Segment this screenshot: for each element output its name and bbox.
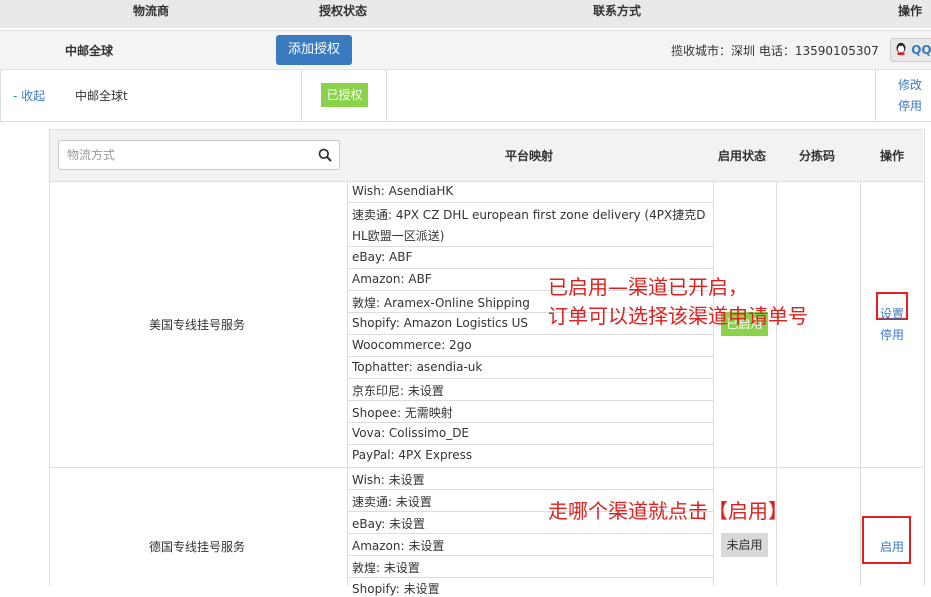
- annotation-note: 走哪个渠道就点击【启用】: [548, 499, 788, 523]
- service-name: 德国专线挂号服务: [149, 540, 246, 554]
- mapping-item: Wish: AsendiaHK: [352, 184, 454, 198]
- mapping-item: Shopify: 未设置: [352, 582, 440, 596]
- disable-service-link[interactable]: 停用: [880, 326, 904, 343]
- service-name: 美国专线挂号服务: [149, 318, 246, 332]
- col-sort-code: 分拣码: [799, 149, 836, 163]
- mapping-item: Woocommerce: 2go: [352, 338, 472, 352]
- mapping-item: Amazon: ABF: [352, 272, 432, 286]
- mapping-item: 速卖通: 4PX CZ DHL european first zone deli…: [352, 208, 706, 222]
- header-action: 操作: [898, 4, 923, 18]
- mapping-item: PayPal: 4PX Express: [352, 448, 473, 462]
- mapping-item: Vova: Colissimo_DE: [352, 426, 470, 440]
- disable-carrier-link[interactable]: 停用: [898, 97, 922, 114]
- status-badge[interactable]: 未启用: [721, 533, 768, 557]
- mapping-item: Tophatter: asendia-uk: [352, 360, 483, 374]
- search-box: [58, 140, 340, 170]
- col-mapping: 平台映射: [505, 149, 554, 163]
- edit-link[interactable]: 修改: [898, 76, 922, 93]
- qq-icon: [895, 41, 907, 55]
- carrier-row: - 收起 中邮全球t 已授权 修改 停用: [0, 70, 931, 122]
- header-auth-status: 授权状态: [319, 4, 368, 18]
- header-contact: 联系方式: [593, 4, 642, 18]
- settings-link[interactable]: 设置: [880, 305, 904, 322]
- carrier-bar: 中邮全球 添加授权 揽收城市：深圳 电话：13590105307 QQ: [0, 30, 931, 70]
- col-status: 启用状态: [718, 149, 767, 163]
- mapping-item: Wish: 未设置: [352, 473, 425, 487]
- mapping-item: Shopee: 无需映射: [352, 406, 453, 420]
- collapse-link[interactable]: - 收起: [13, 87, 45, 104]
- mapping-item: 敦煌: 未设置: [352, 561, 420, 575]
- auth-status-badge: 已授权: [321, 83, 368, 107]
- mapping-item: eBay: ABF: [352, 250, 413, 264]
- mapping-item: 敦煌: Aramex-Online Shipping: [352, 296, 530, 310]
- mapping-item: 速卖通: 未设置: [352, 495, 432, 509]
- mapping-item: HL欧盟一区派送): [352, 229, 445, 243]
- mapping-item: eBay: 未设置: [352, 517, 426, 531]
- contact-info: 揽收城市：深圳 电话：13590105307: [671, 44, 879, 58]
- col-action: 操作: [880, 149, 905, 163]
- mapping-item: Amazon: 未设置: [352, 539, 445, 553]
- mapping-item: Shopify: Amazon Logistics US: [352, 316, 529, 330]
- annotation-note: 已启用—渠道已开启，: [548, 275, 748, 299]
- table-header: 物流商 授权状态 联系方式 操作: [0, 0, 931, 28]
- carrier-name: 中邮全球: [65, 44, 114, 58]
- qq-button[interactable]: QQ: [890, 38, 931, 62]
- header-carrier: 物流商: [133, 4, 170, 18]
- carrier-row-name: 中邮全球t: [75, 89, 128, 103]
- search-input[interactable]: [65, 147, 309, 163]
- search-icon[interactable]: [318, 148, 332, 165]
- enable-link[interactable]: 启用: [880, 538, 904, 555]
- mapping-item: 京东印尼: 未设置: [352, 384, 444, 398]
- service-table: [49, 128, 925, 586]
- qq-label: QQ: [911, 43, 931, 57]
- annotation-note: 订单可以选择该渠道申请单号: [548, 304, 808, 328]
- add-auth-button[interactable]: 添加授权: [276, 35, 352, 65]
